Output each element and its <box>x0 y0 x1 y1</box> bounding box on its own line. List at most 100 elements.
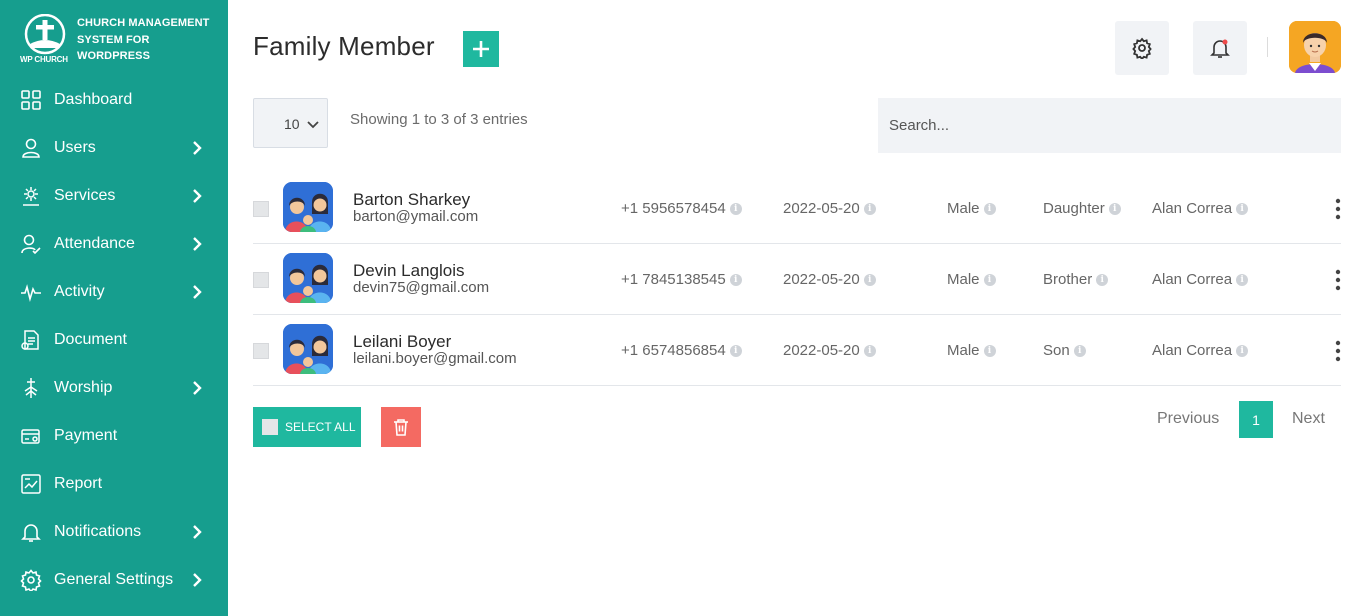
bell-icon <box>21 524 41 542</box>
info-icon[interactable]: i <box>1236 202 1249 215</box>
pagination-previous[interactable]: Previous <box>1157 410 1219 428</box>
member-gender: Male i <box>947 200 996 217</box>
activity-icon <box>21 284 41 303</box>
more-options-icon[interactable] <box>1333 268 1343 292</box>
search-input[interactable] <box>878 98 1341 153</box>
add-member-button[interactable] <box>463 31 499 67</box>
table-row[interactable]: Barton Sharkey barton@ymail.com +1 5956578… <box>253 173 1341 244</box>
member-email: leilani.boyer@gmail.com <box>353 350 517 367</box>
member-avatar <box>283 324 333 374</box>
select-all-button[interactable]: SELECT ALL <box>253 407 361 447</box>
sidebar-item-label: Worship <box>54 379 113 396</box>
sidebar-item-general-settings[interactable]: General Settings <box>0 556 228 604</box>
sidebar-item-activity[interactable]: Activity <box>0 268 228 316</box>
chevron-right-icon <box>193 237 202 251</box>
member-email: barton@ymail.com <box>353 208 479 225</box>
delete-button[interactable] <box>381 407 421 447</box>
info-icon[interactable]: i <box>1236 273 1249 286</box>
sidebar-item-label: Notifications <box>54 523 142 540</box>
report-icon <box>21 474 41 494</box>
more-options-icon[interactable] <box>1333 197 1343 221</box>
sidebar-item-users[interactable]: Users <box>0 124 228 172</box>
table-row[interactable]: Devin Langlois devin75@gmail.com +1 784513… <box>253 244 1341 315</box>
info-icon[interactable]: i <box>729 344 742 357</box>
info-icon[interactable]: i <box>729 273 742 286</box>
info-icon[interactable]: i <box>863 344 876 357</box>
sidebar-item-worship[interactable]: Worship <box>0 364 228 412</box>
payment-icon <box>21 429 40 444</box>
info-icon[interactable]: i <box>983 273 996 286</box>
chevron-right-icon <box>193 189 202 203</box>
sidebar-item-label: Attendance <box>54 235 135 252</box>
brand[interactable]: WP CHURCH CHURCH MANAGEMENT SYSTEM FOR W… <box>18 14 218 68</box>
select-all-checkbox[interactable] <box>262 419 278 435</box>
select-all-label: SELECT ALL <box>285 420 356 434</box>
sidebar-item-label: Services <box>54 187 116 204</box>
user-avatar[interactable] <box>1289 21 1341 73</box>
sidebar-item-dashboard[interactable]: Dashboard <box>0 76 228 124</box>
member-phone: +1 5956578454 i <box>621 200 742 217</box>
document-icon <box>21 330 39 350</box>
sidebar-item-attendance[interactable]: Attendance <box>0 220 228 268</box>
sidebar-item-payment[interactable]: Payment <box>0 412 228 460</box>
page-title: Family Member <box>253 31 435 61</box>
gear-icon <box>1132 37 1152 59</box>
member-date: 2022-05-20 i <box>783 271 876 288</box>
member-family-head: Alan Correa i <box>1152 200 1249 217</box>
info-icon[interactable]: i <box>863 273 876 286</box>
worship-icon <box>24 378 38 398</box>
table-row[interactable]: Leilani Boyer leilani.boyer@gmail.com +1 6… <box>253 315 1341 386</box>
member-date: 2022-05-20 i <box>783 200 876 217</box>
member-family-head: Alan Correa i <box>1152 271 1249 288</box>
sidebar-item-label: Payment <box>54 427 118 444</box>
member-phone: +1 6574856854 i <box>621 342 742 359</box>
notifications-button[interactable] <box>1193 21 1247 75</box>
info-icon[interactable]: i <box>863 202 876 215</box>
avatar-icon <box>1289 21 1341 73</box>
settings-button[interactable] <box>1115 21 1169 75</box>
row-checkbox[interactable] <box>253 201 269 217</box>
sidebar-item-label: Document <box>54 331 127 348</box>
info-icon[interactable]: i <box>1096 273 1109 286</box>
chevron-right-icon <box>193 381 202 395</box>
member-name: Leilani Boyer <box>353 332 452 351</box>
sidebar-item-label: Report <box>54 475 103 492</box>
brand-title: CHURCH MANAGEMENT SYSTEM FOR WORDPRESS <box>77 17 210 62</box>
family-avatar-icon <box>283 182 333 232</box>
sidebar-item-report[interactable]: Report <box>0 460 228 508</box>
chevron-right-icon <box>193 141 202 155</box>
info-icon[interactable]: i <box>983 202 996 215</box>
trash-icon <box>394 419 408 436</box>
member-family-head: Alan Correa i <box>1152 342 1249 359</box>
row-checkbox[interactable] <box>253 343 269 359</box>
entries-info: Showing 1 to 3 of 3 entries <box>350 111 528 128</box>
more-options-icon[interactable] <box>1333 339 1343 363</box>
sidebar: WP CHURCH CHURCH MANAGEMENT SYSTEM FOR W… <box>0 0 228 616</box>
chevron-down-icon <box>307 121 319 129</box>
row-checkbox[interactable] <box>253 272 269 288</box>
info-icon[interactable]: i <box>729 202 742 215</box>
pagination-next[interactable]: Next <box>1292 410 1325 428</box>
chevron-right-icon <box>193 525 202 539</box>
family-avatar-icon <box>283 253 333 303</box>
sidebar-item-label: Users <box>54 139 96 156</box>
dashboard-icon <box>21 90 41 110</box>
info-icon[interactable]: i <box>983 344 996 357</box>
chevron-right-icon <box>193 573 202 587</box>
sidebar-item-notifications[interactable]: Notifications <box>0 508 228 556</box>
user-icon <box>22 138 40 158</box>
pagination-page-1[interactable]: 1 <box>1239 401 1273 438</box>
family-avatar-icon <box>283 324 333 374</box>
info-icon[interactable]: i <box>1108 202 1121 215</box>
plus-icon <box>473 41 489 57</box>
sidebar-item-document[interactable]: Document <box>0 316 228 364</box>
info-icon[interactable]: i <box>1073 344 1086 357</box>
member-relation: Son i <box>1043 342 1086 359</box>
page-size-value: 10 <box>284 116 300 132</box>
attendance-icon <box>21 234 41 255</box>
chevron-right-icon <box>193 285 202 299</box>
sidebar-item-services[interactable]: Services <box>0 172 228 220</box>
info-icon[interactable]: i <box>1236 344 1249 357</box>
page-size-select[interactable]: 10 <box>253 98 328 148</box>
services-icon <box>23 187 39 206</box>
